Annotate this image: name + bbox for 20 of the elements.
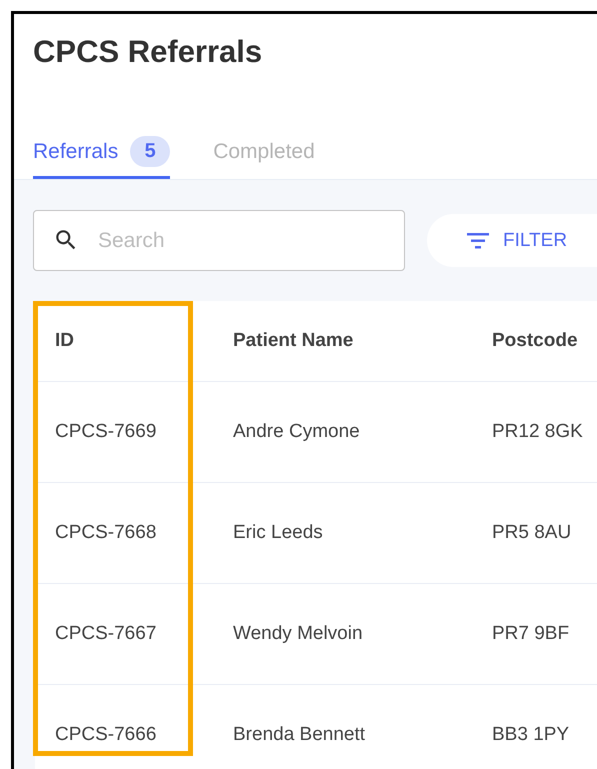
table-cell-text: CPCS-7666 bbox=[54, 723, 158, 747]
table-cell-text: CPCS-7669 bbox=[54, 420, 158, 444]
table-cell-text: CPCS-7667 bbox=[54, 622, 158, 646]
table-cell-text: Wendy Melvoin bbox=[232, 622, 364, 646]
table-cell-text: PR12 8GK bbox=[491, 420, 584, 444]
column-header[interactable]: Patient Name bbox=[213, 301, 472, 381]
count-badge: 5 bbox=[130, 136, 170, 167]
filter-button[interactable]: FILTER bbox=[427, 214, 597, 267]
table-cell-text: CPCS-7668 bbox=[54, 521, 158, 545]
table-cell-text: PR7 9BF bbox=[491, 622, 570, 646]
search-field[interactable]: Search bbox=[33, 210, 405, 271]
column-header[interactable]: ID bbox=[35, 301, 213, 381]
table-cell-text: PR5 8AU bbox=[491, 521, 572, 545]
table-cell-text: Eric Leeds bbox=[232, 521, 324, 545]
table-cell-text: Brenda Bennett bbox=[232, 723, 366, 747]
column-header[interactable]: Postcode bbox=[472, 301, 597, 381]
page-title: CPCS Referrals bbox=[33, 33, 264, 71]
table-cell-text: Andre Cymone bbox=[232, 420, 361, 444]
filter-icon bbox=[467, 232, 489, 248]
table-cell-text: BB3 1PY bbox=[491, 723, 570, 747]
